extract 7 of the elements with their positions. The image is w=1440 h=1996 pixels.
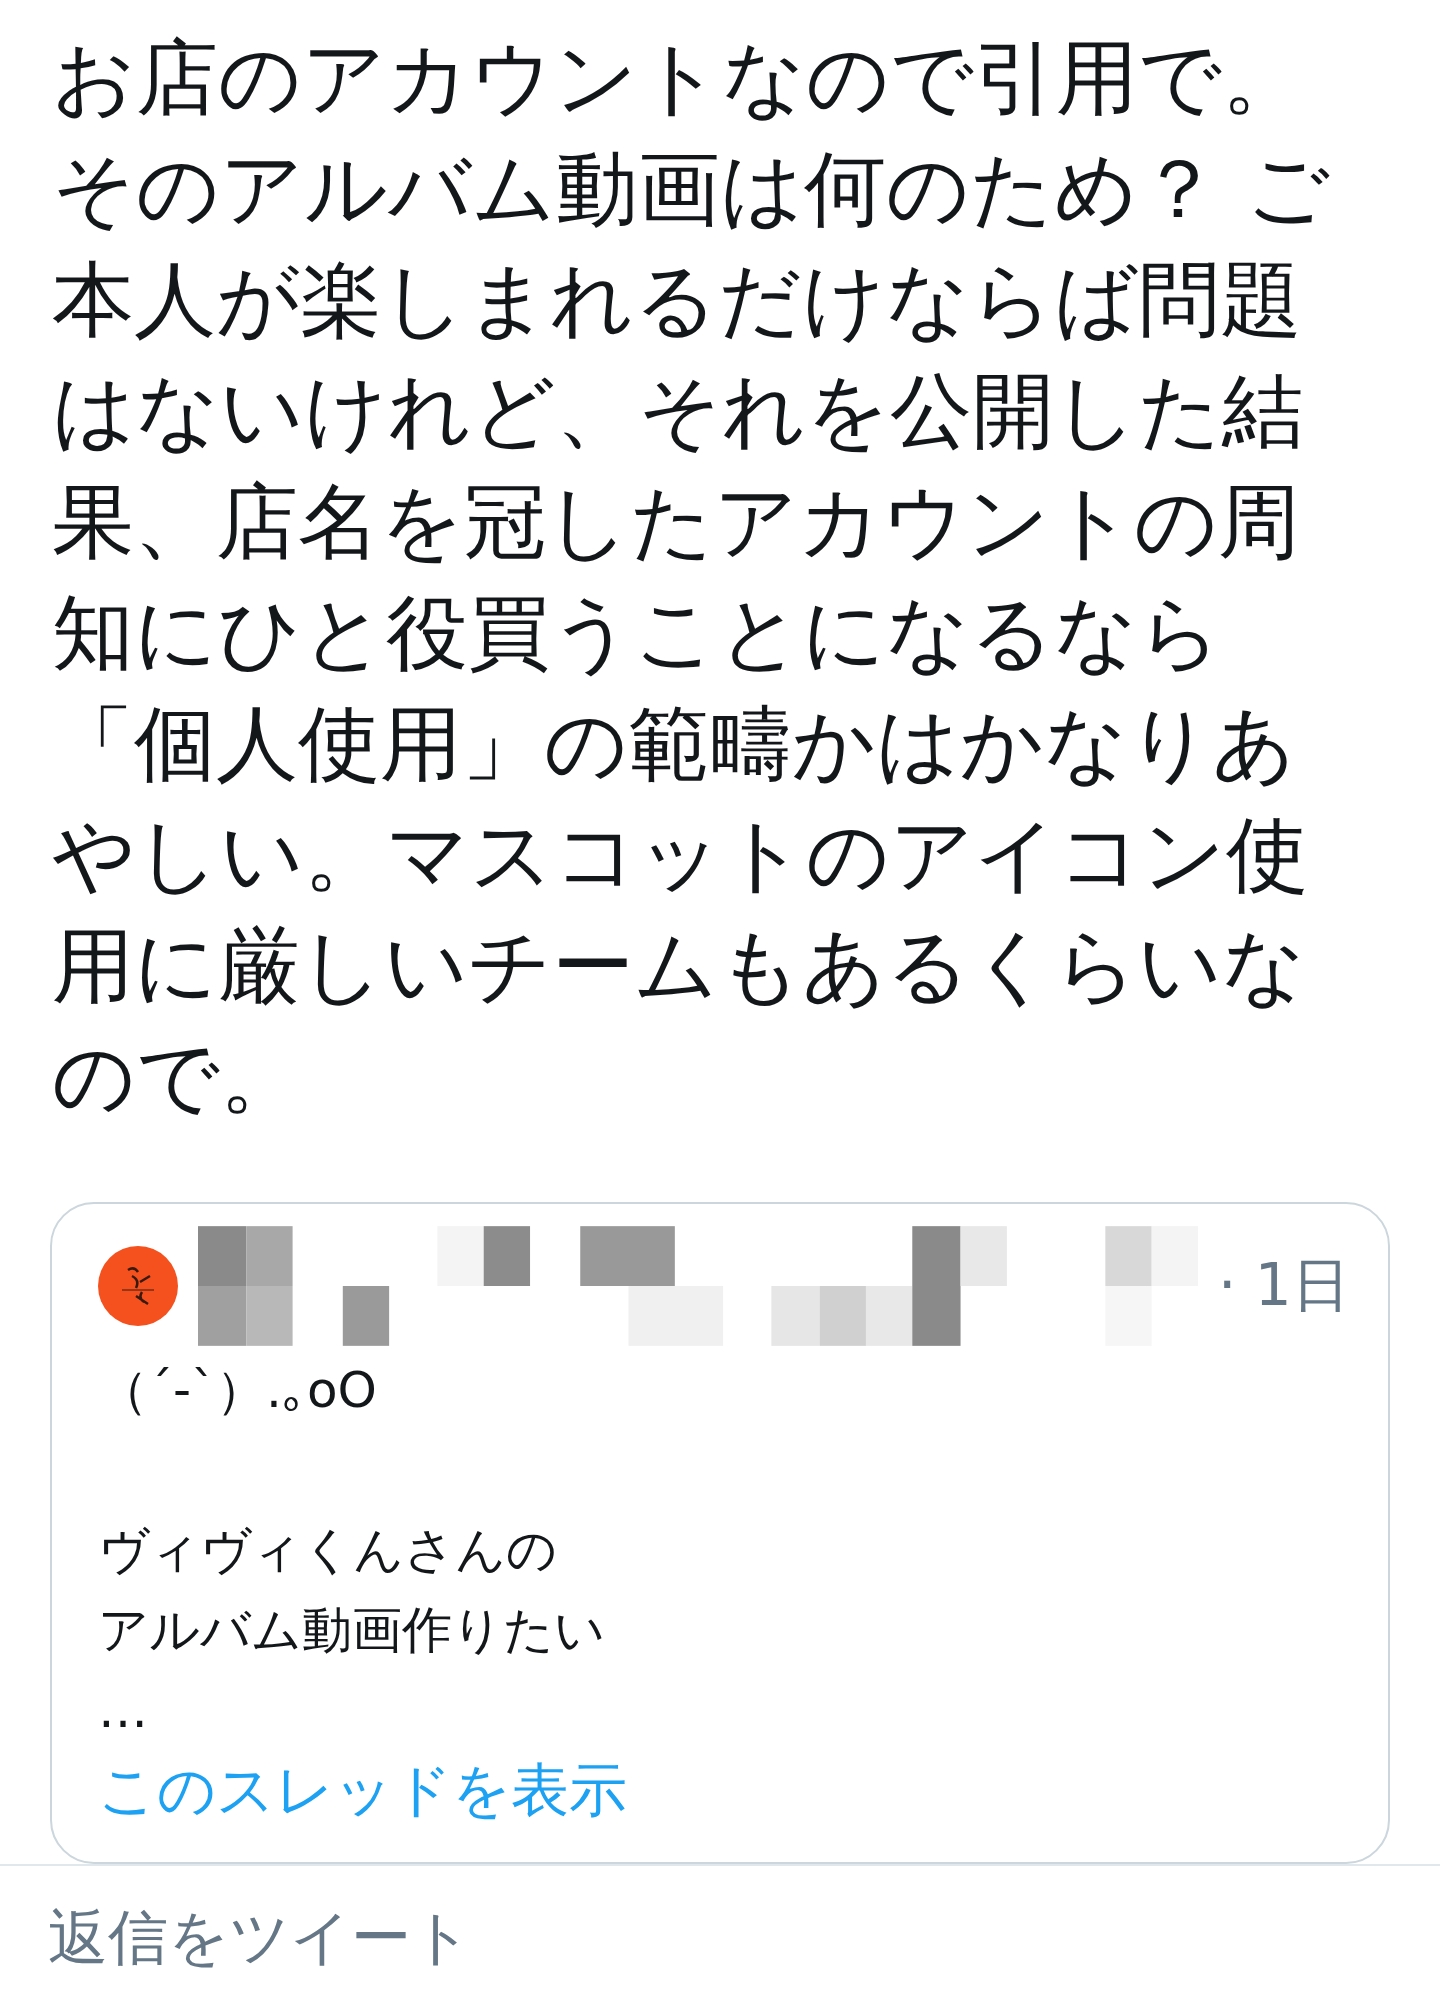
quoted-tweet-card[interactable]: · 1日 （´-`）.｡oO ヴィヴィくんさんの アルバム動画作りたい … このスレッドを表示	[50, 1202, 1390, 1864]
reply-field[interactable]: 返信をツイート	[48, 1902, 948, 1972]
avatar-logo-icon[interactable]	[98, 1246, 178, 1326]
tweet-text: お店のアカウントなので引用で。 そのアルバム動画は何のため？ ご 本人が楽しまれるだけならば問題 はないけれど、それを公開した結 果、店名を冠したアカウントの周 知にひと役買うことになるなら 「個人使用」の範疇かはかなりあ やしい。マスコットのアイコン使 用に厳しいチームもあるくらいな ので。	[51, 29, 1332, 1126]
tweet-time: · 1日	[1218, 1250, 1350, 1321]
quoted-tweet-text: ヴィヴィくんさんの アルバム動画作りたい …	[98, 1520, 606, 1741]
kaomoji-text: （´-`）.｡oO	[98, 1360, 378, 1421]
